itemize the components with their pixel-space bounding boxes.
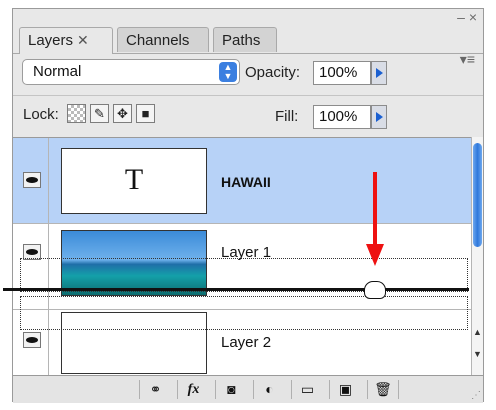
- opacity-field[interactable]: 100%: [313, 61, 371, 85]
- arrow-right-icon: [376, 68, 383, 78]
- visibility-cell[interactable]: [13, 138, 49, 223]
- fill-field[interactable]: 100%: [313, 105, 371, 129]
- blend-mode-value: Normal: [33, 63, 82, 80]
- drop-indicator-line: [3, 288, 469, 291]
- tab-close-icon[interactable]: ✕: [77, 32, 89, 48]
- lock-row: Lock: ✎ ✥ ■ Fill: 100%: [13, 95, 483, 136]
- tab-paths-label: Paths: [222, 32, 261, 49]
- new-group-icon[interactable]: ▭: [291, 380, 323, 399]
- tab-layers[interactable]: Layers ✕: [19, 27, 113, 54]
- lock-label: Lock:: [23, 106, 59, 123]
- link-layers-icon[interactable]: ⚭: [139, 380, 171, 399]
- add-mask-icon[interactable]: ◙: [215, 380, 247, 399]
- drag-direction-arrowhead-icon: [366, 244, 384, 266]
- fx-icon[interactable]: fx: [177, 380, 209, 399]
- tab-channels[interactable]: Channels: [117, 27, 209, 52]
- panel-window-controls[interactable]: – ×: [457, 10, 477, 24]
- lock-transparent-icon[interactable]: [67, 104, 86, 123]
- opacity-slider-button[interactable]: [371, 61, 387, 85]
- drag-preview-top: [20, 258, 468, 292]
- layer-thumbnail: T: [61, 148, 207, 214]
- blend-row: Normal ▲ ▼ Opacity: 100%: [13, 55, 483, 91]
- fill-label: Fill:: [275, 108, 299, 125]
- opacity-label: Opacity:: [245, 64, 301, 81]
- layer-name[interactable]: Layer 2: [221, 334, 271, 351]
- blend-mode-stepper-icon[interactable]: ▲ ▼: [219, 62, 237, 82]
- panel-tab-row: Layers ✕ Channels Paths ▾≡: [13, 27, 483, 67]
- tab-channels-label: Channels: [126, 32, 190, 49]
- drag-preview-bottom: [20, 296, 468, 330]
- scroll-up-icon[interactable]: ▲: [473, 327, 482, 337]
- panel-footer: ⚭ fx ◙ ◐ ▭ ▣ 🗑 ⋰: [13, 375, 483, 403]
- eye-icon[interactable]: [23, 172, 41, 188]
- scroll-down-icon[interactable]: ▼: [473, 349, 482, 359]
- tab-layers-label: Layers: [28, 32, 74, 49]
- grab-hand-cursor-icon: [364, 281, 386, 299]
- arrow-right-icon: [376, 112, 383, 122]
- layers-panel: – × Layers ✕ Channels Paths ▾≡ Normal ▲ ▼ …: [12, 8, 484, 403]
- layer-name[interactable]: HAWAII: [221, 174, 271, 190]
- adjustment-layer-icon[interactable]: ◐: [253, 380, 285, 399]
- fill-slider-button[interactable]: [371, 105, 387, 129]
- resize-grip-icon[interactable]: ⋰: [471, 390, 481, 401]
- blend-mode-select[interactable]: Normal ▲ ▼: [22, 59, 240, 85]
- lock-position-icon[interactable]: ✥: [113, 104, 132, 123]
- layer-list-scrollbar[interactable]: ▲ ▼: [471, 137, 483, 375]
- eye-icon[interactable]: [23, 332, 41, 348]
- lock-all-icon[interactable]: ■: [136, 104, 155, 123]
- trash-icon[interactable]: 🗑: [367, 380, 399, 399]
- layer-row-hawaii[interactable]: T HAWAII: [13, 138, 471, 224]
- tab-paths[interactable]: Paths: [213, 27, 277, 52]
- new-layer-icon[interactable]: ▣: [329, 380, 361, 399]
- scrollbar-thumb[interactable]: [473, 143, 482, 247]
- lock-image-icon[interactable]: ✎: [90, 104, 109, 123]
- layer-list: T HAWAII Layer 1 Layer 2: [13, 137, 471, 376]
- drag-direction-arrow-icon: [373, 172, 377, 246]
